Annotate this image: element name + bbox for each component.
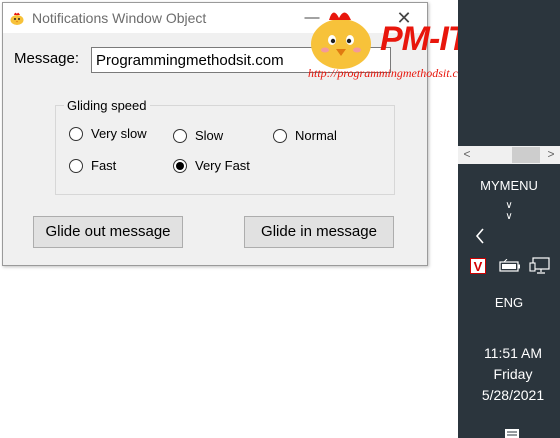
radio-label: Normal <box>295 128 337 143</box>
radio-label: Fast <box>91 158 117 173</box>
double-chevron-down-icon[interactable]: ∨ ∨ <box>458 200 560 222</box>
radio-fast[interactable]: Fast <box>69 158 116 173</box>
window-title: Notifications Window Object <box>32 10 207 26</box>
clock-day: Friday <box>493 366 533 382</box>
radio-circle-icon <box>69 126 83 141</box>
chevron-left-icon[interactable] <box>472 226 488 246</box>
clock[interactable]: 11:51 AM Friday 5/28/2021 <box>458 343 560 406</box>
radio-checked-icon <box>173 158 187 173</box>
chick-logo-icon <box>311 12 371 69</box>
chick-app-icon <box>10 12 24 25</box>
radio-normal[interactable]: Normal <box>273 128 337 143</box>
gliding-speed-group: Gliding speed <box>55 98 395 195</box>
glide-out-button[interactable]: Glide out message <box>33 216 183 248</box>
radio-label: Very Fast <box>195 158 250 173</box>
watermark-brand: PM-IT <box>380 20 469 58</box>
watermark-url: http://programmingmethodsit.com <box>308 66 473 80</box>
scroll-left-arrow[interactable]: < <box>458 146 476 164</box>
message-label: Message: <box>14 50 80 67</box>
app-v-icon[interactable]: V <box>470 258 486 274</box>
radio-circle-icon <box>273 128 287 143</box>
radio-very-fast[interactable]: Very Fast <box>173 158 250 173</box>
gliding-speed-label: Gliding speed <box>64 98 150 113</box>
radio-very-slow[interactable]: Very slow <box>69 126 147 141</box>
radio-label: Slow <box>195 128 224 143</box>
radio-label: Very slow <box>91 126 147 141</box>
radio-slow[interactable]: Slow <box>173 128 223 143</box>
mymenu-label[interactable]: MYMENU <box>458 178 560 193</box>
notification-icon[interactable] <box>504 428 520 438</box>
language-indicator[interactable]: ENG <box>458 295 560 310</box>
glide-in-button[interactable]: Glide in message <box>244 216 394 248</box>
horizontal-scrollbar[interactable]: < > <box>458 146 560 164</box>
scroll-right-arrow[interactable]: > <box>542 146 560 164</box>
clock-date: 5/28/2021 <box>481 387 545 403</box>
clock-time: 11:51 AM <box>483 345 543 361</box>
taskbar-panel: < > MYMENU ∨ ∨ V ENG 11:51 AM Friday 5/28… <box>458 0 560 438</box>
scroll-thumb[interactable] <box>512 147 540 163</box>
network-icon[interactable] <box>529 257 551 275</box>
radio-circle-icon <box>69 158 83 173</box>
radio-circle-icon <box>173 128 187 143</box>
battery-icon[interactable] <box>499 259 521 273</box>
